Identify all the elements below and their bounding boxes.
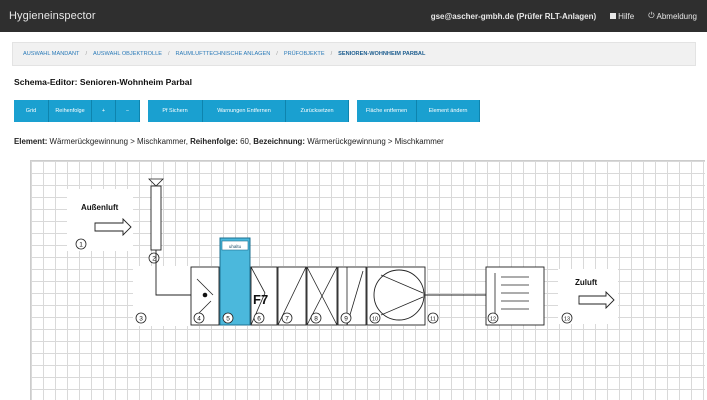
breadcrumb-separator: / [85,51,88,57]
supply-air-label: Zuluft [575,278,598,287]
supply-air-element[interactable]: Zuluft 13 [558,269,618,324]
marker-number: 7 [285,316,289,323]
duct-marker-11: 11 [427,312,439,324]
intake-hood-icon [148,178,164,187]
marker-number: 6 [257,316,261,323]
fan-element[interactable]: 10 [366,266,426,326]
user-nav: gse@ascher-gmbh.de (Prüfer RLT-Anlagen) … [431,0,697,32]
marker-number: 9 [344,316,348,323]
schema-canvas[interactable]: Außenluft 1 2 4 uhaltu 5 F7 6 7 8 9 10 1… [30,160,705,400]
help-label: Hilfe [618,11,635,21]
top-navbar: Hygieneinspector gse@ascher-gmbh.de (Prü… [0,0,707,32]
editor-toolbar: Grid Reihenfolge + − Pf Sichern Warnunge… [14,100,480,122]
outside-air-element[interactable]: Außenluft 1 [67,189,133,251]
grid-button[interactable]: Grid [14,100,49,122]
marker-number: 1 [79,242,83,249]
remove-warnings-button[interactable]: Warnungen Entfernen [203,100,286,122]
page-title: Schema-Editor: Senioren-Wohnheim Parbal [14,77,192,87]
marker-number: 10 [372,317,378,323]
order-value: 60, [240,137,252,146]
marker-number: 3 [139,316,143,323]
edit-element-button[interactable]: Element ändern [417,100,480,122]
order-button[interactable]: Reihenfolge [49,100,92,122]
user-account[interactable]: gse@ascher-gmbh.de (Prüfer RLT-Anlagen) [431,12,596,21]
marker-number: 8 [314,316,318,323]
breadcrumb-item[interactable]: Raumlufttechnische Anlagen [176,51,271,57]
logout-label: Abmeldung [656,11,697,21]
heater-element[interactable]: 7 [277,266,307,326]
silencer-element[interactable]: 12 [485,266,545,326]
marker-number: 5 [226,316,230,323]
selected-element-highlight [219,237,251,326]
breadcrumb: Auswahl Mandant / Auswahl Objektrolle / … [12,42,696,66]
app-title[interactable]: Hygieneinspector [9,10,96,22]
breadcrumb-item[interactable]: Prüfobjekte [284,51,325,57]
damper-element[interactable]: 4 [190,266,220,326]
selected-element-heat-recovery[interactable]: uhaltu 5 [219,237,251,326]
filter-f7-element[interactable]: F7 6 [250,266,278,326]
breadcrumb-separator: / [330,51,333,57]
name-value: Wärmerückgewinnung > Mischkammer [307,137,444,146]
element-info: Element: Wärmerückgewinnung > Mischkamme… [14,137,444,146]
element-tag: uhaltu [229,244,242,249]
breadcrumb-current: Senioren-Wohnheim Parbal [338,51,426,57]
filter-class-label: F7 [253,292,268,307]
fan-icon [373,269,425,321]
breadcrumb-separator: / [167,51,170,57]
outside-air-label: Außenluft [81,203,119,212]
cooler-element[interactable]: 8 [306,266,338,326]
zoom-out-button[interactable]: − [116,100,140,122]
element-value: Wärmerückgewinnung > Mischkammer, [49,137,188,146]
breadcrumb-separator: / [276,51,278,57]
marker-number: 12 [490,317,496,323]
ahu-marker-3: 3 [135,312,147,324]
humidifier-element[interactable]: 9 [337,266,367,326]
power-icon: ⏻ [648,11,655,20]
hvac-schema: Außenluft 1 2 4 uhaltu 5 F7 6 7 8 9 10 1… [67,178,618,326]
marker-number: 13 [564,317,570,323]
reset-button[interactable]: Zurücksetzen [286,100,349,122]
save-button[interactable]: Pf Sichern [148,100,203,122]
name-label: Bezeichnung: [253,137,306,146]
breadcrumb-item[interactable]: Auswahl Mandant [23,51,79,57]
zoom-in-button[interactable]: + [92,100,116,122]
damper-pivot-icon [202,292,208,298]
marker-number: 4 [197,316,201,323]
order-label: Reihenfolge: [190,137,238,146]
remove-area-button[interactable]: Fläche entfernen [357,100,417,122]
element-label: Element: [14,137,48,146]
logout-link[interactable]: ⏻ Abmeldung [648,12,697,21]
help-link[interactable]: Hilfe [610,12,634,21]
help-icon [610,13,617,19]
marker-number: 11 [430,317,436,323]
breadcrumb-item[interactable]: Auswahl Objektrolle [93,51,162,57]
